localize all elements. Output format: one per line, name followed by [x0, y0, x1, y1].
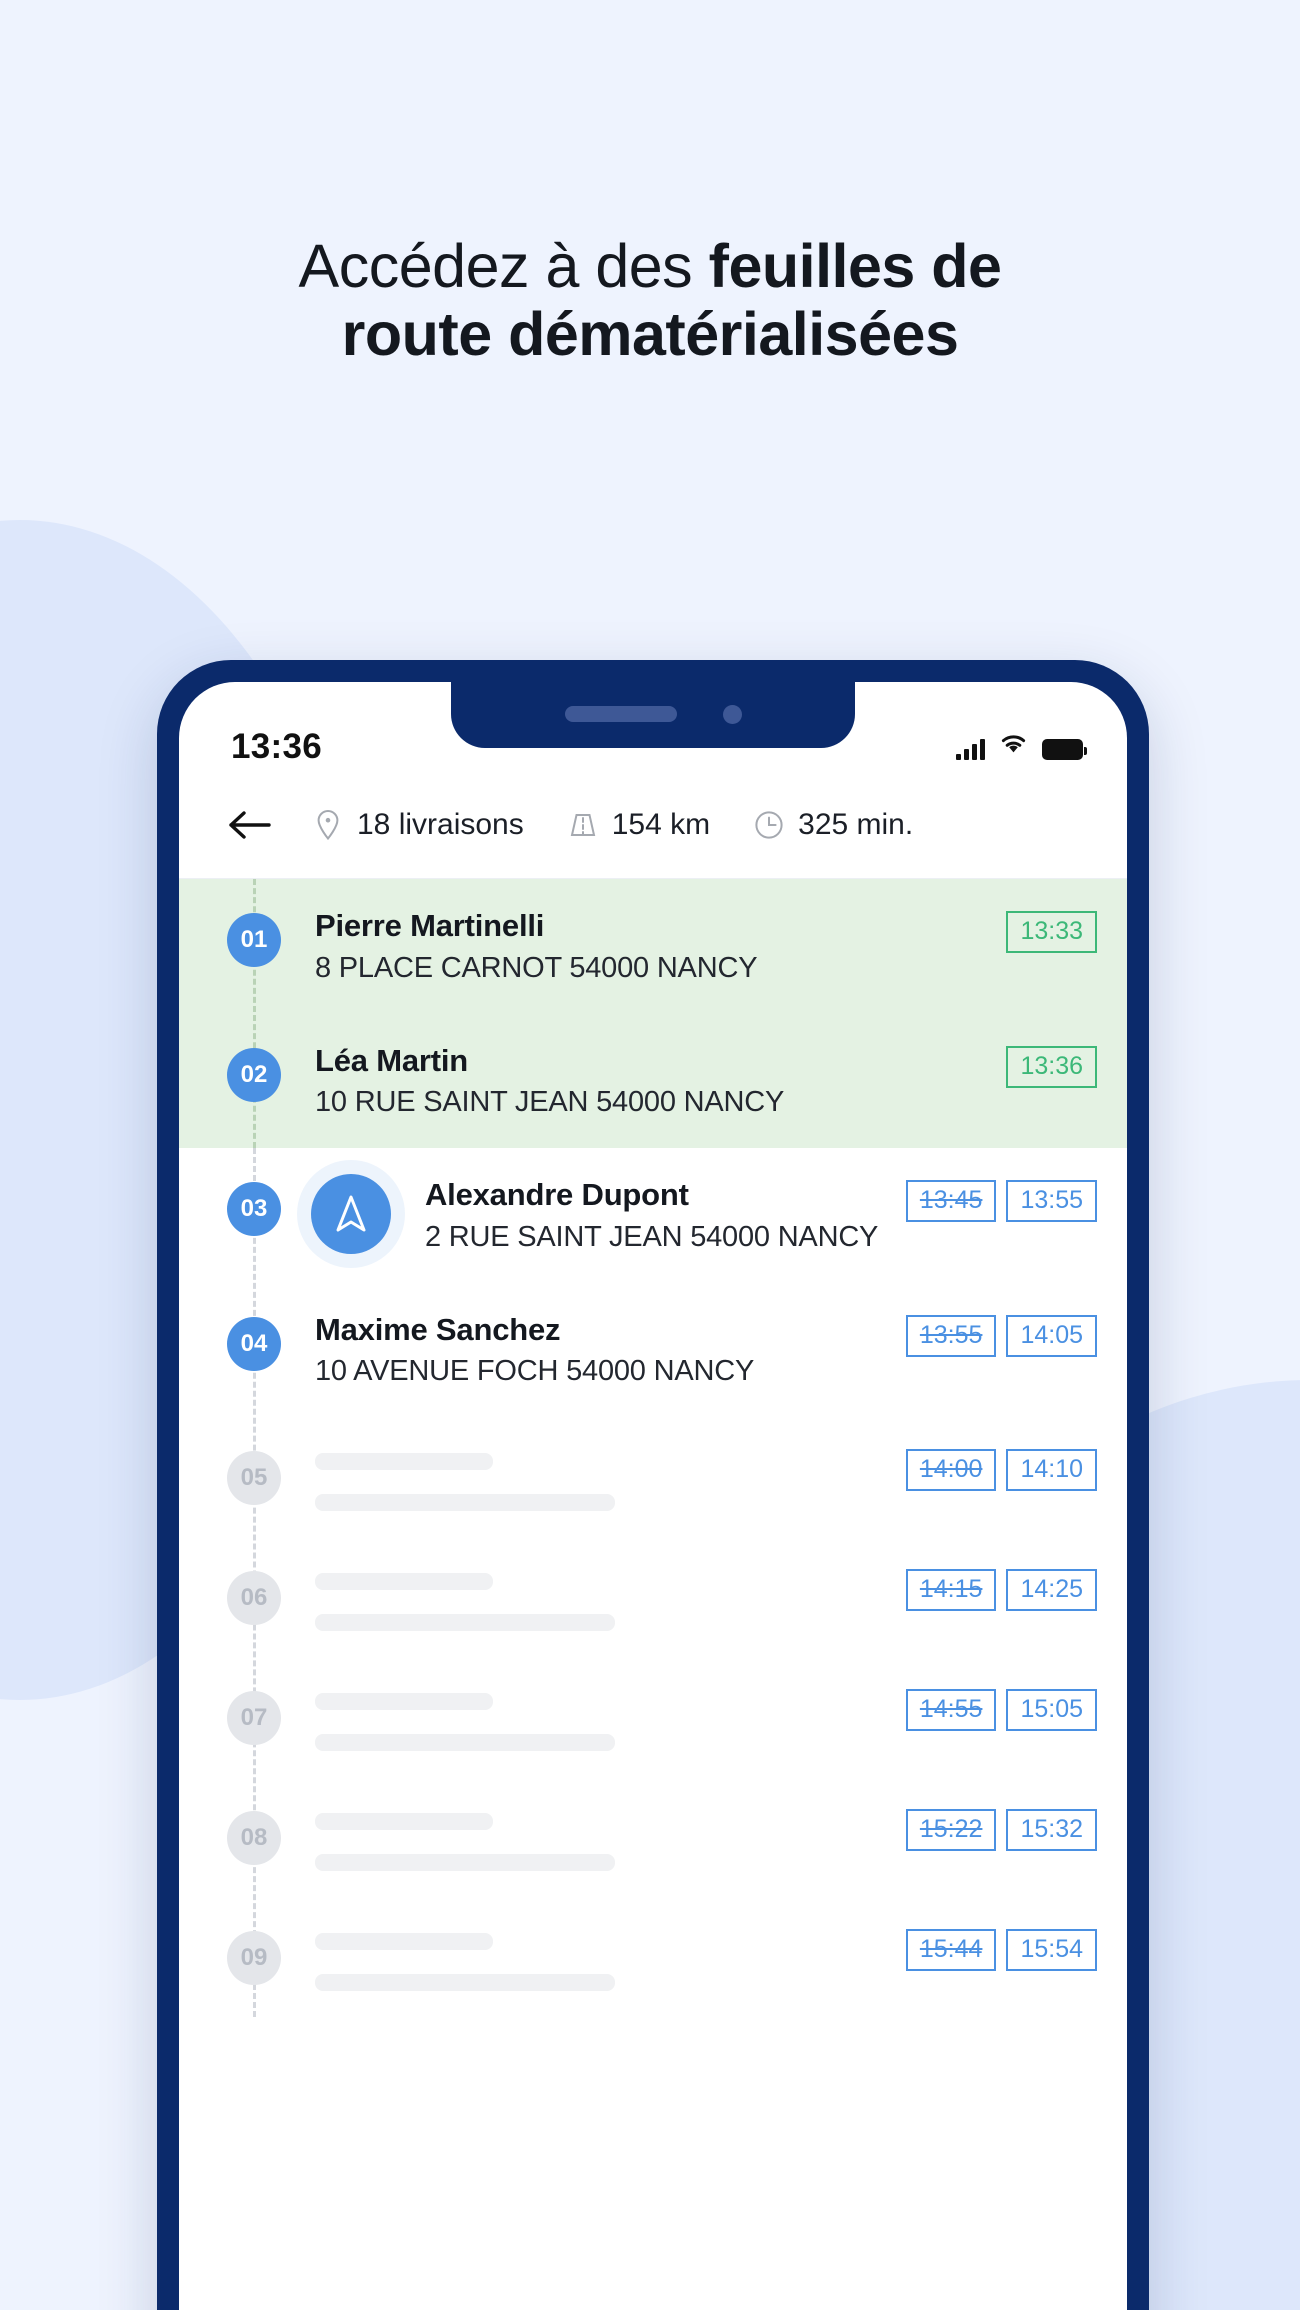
stat-duration: 325 min. — [754, 808, 913, 842]
placeholder-address-bar — [315, 1614, 615, 1631]
delivery-step-number: 03 — [227, 1182, 281, 1236]
delivery-step-number: 06 — [227, 1571, 281, 1625]
time-chip-estimated: 14:25 — [1006, 1569, 1097, 1611]
placeholder-name-bar — [315, 1693, 493, 1710]
delivery-time-chips: 14:00 14:10 — [894, 1443, 1097, 1491]
delivery-time-chips: 15:22 15:32 — [894, 1803, 1097, 1851]
delivery-group-completed: 01 Pierre Martinelli 8 PLACE CARNOT 54000 … — [179, 879, 1127, 1148]
headline-line1-light: Accédez à des — [298, 232, 709, 300]
delivery-details: Alexandre Dupont 2 RUE SAINT JEAN 54000 N… — [391, 1174, 894, 1257]
map-pin-icon — [313, 808, 343, 842]
placeholder-name-bar — [315, 1933, 493, 1950]
headline-line2-strong: route dématérialisées — [341, 300, 959, 369]
delivery-row[interactable]: 07 14:55 15:05 — [179, 1657, 1127, 1777]
stat-distance-label: 154 km — [611, 808, 711, 841]
delivery-details: Maxime Sanchez 10 AVENUE FOCH 54000 NANCY — [281, 1309, 894, 1392]
time-chip-estimated: 15:32 — [1006, 1809, 1097, 1851]
time-chip-estimated: 15:54 — [1006, 1929, 1097, 1971]
delivery-row[interactable]: 09 15:44 15:54 — [179, 1897, 1127, 2017]
customer-address: 10 AVENUE FOCH 54000 NANCY — [315, 1355, 755, 1388]
time-chip-estimated: 15:05 — [1006, 1689, 1097, 1731]
navigation-arrow-icon[interactable] — [311, 1174, 391, 1254]
delivery-time-chips: 13:45 13:55 — [894, 1174, 1097, 1222]
front-camera-icon — [722, 704, 742, 724]
delivery-step-number: 04 — [227, 1316, 281, 1371]
battery-icon — [1042, 739, 1087, 760]
stat-deliveries-label: 18 livraisons — [357, 808, 524, 841]
page-headline: Accédez à des feuilles de route dématéri… — [0, 232, 1300, 369]
time-chip-original: 15:44 — [905, 1929, 997, 1971]
customer-name: Alexandre Dupont — [425, 1177, 689, 1212]
status-bar-icons — [956, 732, 1087, 762]
customer-address: 10 RUE SAINT JEAN 54000 NANCY — [315, 1086, 785, 1119]
placeholder-name-bar — [315, 1573, 493, 1590]
placeholder-address-bar — [315, 1974, 615, 1991]
time-chip-estimated: 14:10 — [1006, 1449, 1097, 1491]
placeholder-address-bar — [315, 1734, 615, 1751]
delivery-time-chips: 15:44 15:54 — [894, 1923, 1097, 1971]
delivery-step-number: 01 — [227, 913, 281, 967]
customer-address: 8 PLACE CARNOT 54000 NANCY — [315, 951, 758, 984]
delivery-row[interactable]: 05 14:00 14:10 — [179, 1417, 1127, 1537]
delivery-time-chips: 14:15 14:25 — [894, 1563, 1097, 1611]
delivery-step-number: 07 — [227, 1691, 281, 1745]
back-arrow-icon[interactable] — [227, 802, 273, 848]
customer-address: 2 RUE SAINT JEAN 54000 NANCY — [425, 1220, 879, 1253]
placeholder-name-bar — [315, 1813, 493, 1830]
time-chip-original: 14:00 — [905, 1449, 997, 1491]
customer-name: Maxime Sanchez — [315, 1311, 561, 1347]
delivery-step-number: 02 — [227, 1047, 281, 1102]
route-toolbar: 18 livraisons 154 km 325 min. — [179, 786, 1127, 879]
phone-mockup: 13:36 18 livraisons 154 km 325 min. 01 P… — [157, 660, 1149, 2310]
customer-name: Léa Martin — [315, 1042, 469, 1078]
stat-distance: 154 km — [568, 808, 710, 842]
delivery-list[interactable]: 01 Pierre Martinelli 8 PLACE CARNOT 54000 … — [179, 879, 1127, 2017]
stat-deliveries: 18 livraisons — [313, 808, 524, 842]
delivery-row[interactable]: 06 14:15 14:25 — [179, 1537, 1127, 1657]
road-icon — [568, 808, 598, 842]
delivery-row[interactable]: 02 Léa Martin 10 RUE SAINT JEAN 54000 NANC… — [179, 1014, 1127, 1149]
time-chip-delivered: 13:36 — [1006, 1045, 1097, 1088]
delivery-row[interactable]: 03 Alexandre Dupont 2 RUE SAINT JEAN 54000… — [179, 1148, 1127, 1283]
time-chip-original: 13:55 — [905, 1314, 997, 1357]
time-chip-original: 13:45 — [905, 1180, 997, 1222]
delivery-row[interactable]: 04 Maxime Sanchez 10 AVENUE FOCH 54000 NAN… — [179, 1283, 1127, 1418]
headline-line1-strong: feuilles de — [708, 232, 1002, 300]
status-bar-clock: 13:36 — [231, 727, 323, 766]
delivery-step-number: 09 — [227, 1931, 281, 1985]
time-chip-original: 15:22 — [905, 1809, 997, 1851]
delivery-placeholder — [281, 1803, 894, 1871]
phone-screen: 13:36 18 livraisons 154 km 325 min. 01 P… — [179, 682, 1127, 2310]
delivery-row[interactable]: 01 Pierre Martinelli 8 PLACE CARNOT 54000 … — [179, 879, 1127, 1014]
delivery-step-number: 08 — [227, 1811, 281, 1865]
delivery-placeholder — [281, 1443, 894, 1511]
delivery-row[interactable]: 08 15:22 15:32 — [179, 1777, 1127, 1897]
delivery-time-chips: 13:36 — [994, 1040, 1097, 1088]
time-chip-estimated: 14:05 — [1006, 1314, 1097, 1357]
phone-notch — [451, 682, 855, 748]
placeholder-name-bar — [315, 1453, 493, 1470]
time-chip-original: 14:55 — [905, 1689, 997, 1731]
delivery-details: Léa Martin 10 RUE SAINT JEAN 54000 NANCY — [281, 1040, 994, 1123]
clock-icon — [754, 808, 784, 842]
delivery-time-chips: 14:55 15:05 — [894, 1683, 1097, 1731]
speaker-icon — [564, 706, 677, 722]
placeholder-address-bar — [315, 1494, 615, 1511]
delivery-placeholder — [281, 1563, 894, 1631]
customer-name: Pierre Martinelli — [315, 908, 545, 943]
delivery-placeholder — [281, 1683, 894, 1751]
signal-icon — [956, 738, 985, 760]
placeholder-address-bar — [315, 1854, 615, 1871]
time-chip-original: 14:15 — [905, 1569, 997, 1611]
wifi-icon — [998, 732, 1029, 760]
delivery-step-number: 05 — [227, 1451, 281, 1505]
delivery-time-chips: 13:55 14:05 — [894, 1309, 1097, 1357]
delivery-time-chips: 13:33 — [994, 905, 1097, 953]
delivery-details: Pierre Martinelli 8 PLACE CARNOT 54000 NA… — [281, 905, 994, 988]
time-chip-delivered: 13:33 — [1006, 911, 1097, 953]
time-chip-estimated: 13:55 — [1006, 1180, 1097, 1222]
delivery-group-pending: 03 Alexandre Dupont 2 RUE SAINT JEAN 54000… — [179, 1148, 1127, 2017]
delivery-placeholder — [281, 1923, 894, 1991]
stat-duration-label: 325 min. — [798, 808, 914, 841]
